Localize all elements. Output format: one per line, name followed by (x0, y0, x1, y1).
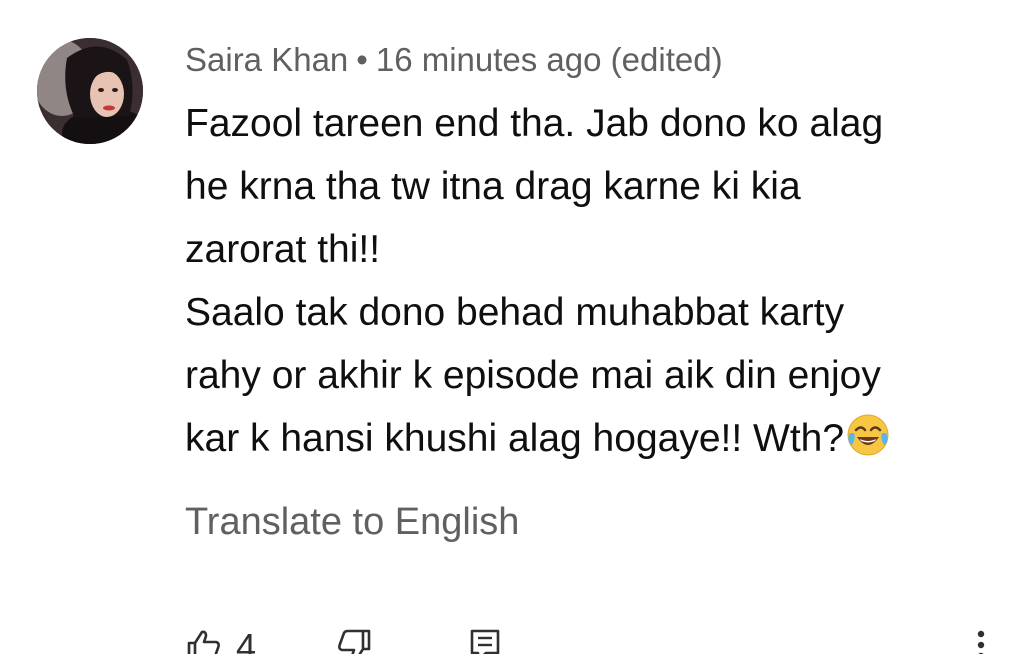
comment-line: Saalo tak dono behad muhabbat karty (185, 291, 845, 334)
author-name[interactable]: Saira Khan (185, 41, 348, 78)
thumbs-down-icon (338, 629, 371, 654)
comment-line: zarorat thi!! (185, 228, 381, 271)
comment-line: Fazool tareen end tha. Jab dono ko alag (185, 102, 884, 145)
like-button[interactable] (186, 628, 222, 654)
face-with-tears-of-joy-icon (846, 413, 890, 457)
profile-photo-icon (37, 38, 143, 144)
translate-button[interactable]: Translate to English (185, 498, 519, 546)
separator-dot: • (356, 41, 368, 78)
more-vert-icon (977, 630, 985, 654)
like-count: 4 (236, 626, 257, 654)
comment-line: he krna tha tw itna drag karne ki kia (185, 165, 801, 208)
comment-line: rahy or akhir k episode mai aik din enjo… (185, 354, 881, 397)
comment-actions: 4 (0, 624, 1024, 654)
more-options-button[interactable] (974, 630, 988, 654)
comment-line: kar k hansi khushi alag hogaye!! Wth? (185, 417, 845, 460)
timestamp: 16 minutes ago (edited) (375, 41, 723, 78)
comment-last-line: kar k hansi khushi alag hogaye!! Wth? (185, 407, 1005, 470)
comment-card: Saira Khan • 16 minutes ago (edited) Fazoo… (0, 0, 1024, 654)
reply-button[interactable] (468, 628, 502, 654)
thumbs-up-icon (187, 630, 220, 654)
comment-header: Saira Khan • 16 minutes ago (edited) (185, 40, 723, 80)
dislike-button[interactable] (336, 628, 372, 654)
avatar[interactable] (37, 38, 143, 144)
reply-icon (470, 629, 500, 654)
comment-text: Fazool tareen end tha. Jab dono ko alag … (185, 92, 1005, 470)
